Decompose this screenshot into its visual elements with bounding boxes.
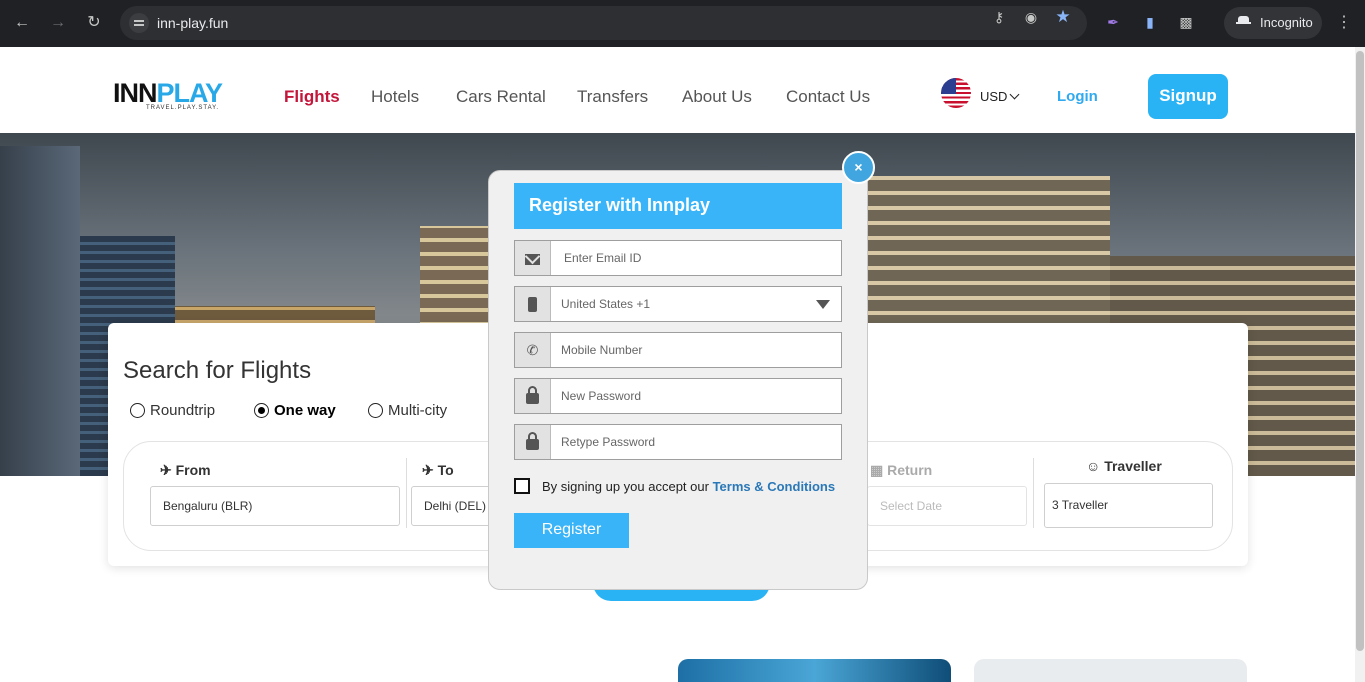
dropdown-arrow-icon — [816, 300, 830, 309]
logo-tagline: TRAVEL.PLAY.STAY. — [146, 105, 220, 111]
address-bar[interactable]: inn-play.fun — [120, 6, 1087, 40]
nav-cars-rental[interactable]: Cars Rental — [456, 87, 546, 107]
return-date-input[interactable]: Select Date — [867, 486, 1027, 526]
traveller-label: ☺ Traveller — [1086, 458, 1162, 474]
signup-button[interactable]: Signup — [1148, 74, 1228, 119]
incognito-label: Incognito — [1260, 15, 1313, 30]
close-icon: × — [854, 159, 863, 175]
lock-icon — [515, 425, 551, 459]
page-scrollbar[interactable] — [1355, 47, 1365, 682]
site-settings-icon[interactable] — [129, 13, 149, 33]
site-header: INNPLAY TRAVEL.PLAY.STAY. Flights Hotels… — [0, 47, 1355, 133]
login-link[interactable]: Login — [1057, 88, 1098, 105]
from-label: ✈ From — [160, 462, 211, 478]
eye-off-icon[interactable]: ◉ — [1022, 8, 1040, 26]
nav-hotels[interactable]: Hotels — [371, 87, 419, 107]
radio-multi-city[interactable]: Multi-city — [368, 402, 447, 419]
mobile-phone-icon — [515, 287, 551, 321]
search-title: Search for Flights — [123, 357, 312, 384]
reload-icon[interactable]: ↻ — [83, 12, 105, 34]
nav-about-us[interactable]: About Us — [682, 87, 752, 107]
bookmark-star-icon[interactable]: ★ — [1054, 8, 1072, 26]
url-text[interactable]: inn-play.fun — [157, 15, 228, 31]
incognito-indicator[interactable]: Incognito — [1224, 7, 1322, 39]
plane-takeoff-icon: ✈ — [160, 462, 176, 478]
nav-transfers[interactable]: Transfers — [577, 87, 648, 107]
lock-icon — [515, 379, 551, 413]
register-button[interactable]: Register — [514, 513, 629, 548]
terms-checkbox[interactable] — [514, 478, 530, 494]
envelope-icon — [515, 241, 551, 275]
docs-extension-icon[interactable]: ▮ — [1141, 13, 1159, 31]
key-icon[interactable]: ⚷ — [990, 8, 1008, 26]
extensions-puzzle-icon[interactable]: ▩ — [1177, 13, 1195, 31]
user-icon: ☺ — [1086, 458, 1105, 474]
browser-toolbar: ← → ↻ inn-play.fun ⚷ ◉ ★ ✒ ▮ ▩ Incognito… — [0, 0, 1365, 47]
calendar-icon: ▦ — [870, 462, 888, 478]
feather-extension-icon[interactable]: ✒ — [1104, 13, 1122, 31]
register-modal: Register with Innplay Enter Email ID Uni… — [488, 170, 868, 590]
promo-card-image[interactable] — [974, 659, 1247, 682]
incognito-icon — [1236, 16, 1251, 30]
modal-title: Register with Innplay — [514, 183, 842, 229]
web-page: INNPLAY TRAVEL.PLAY.STAY. Flights Hotels… — [0, 47, 1355, 682]
chevron-down-icon — [1010, 89, 1020, 100]
back-icon[interactable]: ← — [11, 12, 33, 34]
plane-landing-icon: ✈ — [422, 462, 438, 478]
retype-password-field[interactable]: Retype Password — [514, 424, 842, 460]
close-modal-button[interactable]: × — [842, 151, 875, 184]
country-code-select[interactable]: United States +1 — [514, 286, 842, 322]
terms-link[interactable]: Terms & Conditions — [713, 479, 836, 494]
to-label: ✈ To — [422, 462, 454, 478]
new-password-field[interactable]: New Password — [514, 378, 842, 414]
nav-contact-us[interactable]: Contact Us — [786, 87, 870, 107]
from-input[interactable]: Bengaluru (BLR) — [150, 486, 400, 526]
radio-one-way[interactable]: One way — [254, 402, 336, 419]
browser-menu-icon[interactable]: ⋮ — [1336, 12, 1352, 32]
us-flag-icon[interactable] — [941, 78, 971, 108]
nav-flights[interactable]: Flights — [284, 87, 340, 107]
mobile-number-field[interactable]: ✆ Mobile Number — [514, 332, 842, 368]
radio-roundtrip[interactable]: Roundtrip — [130, 402, 215, 419]
forward-icon[interactable]: → — [47, 12, 69, 34]
innplay-logo[interactable]: INNPLAY TRAVEL.PLAY.STAY. — [113, 80, 228, 114]
return-label: ▦ Return — [870, 462, 933, 478]
currency-selector[interactable]: USD — [980, 89, 1020, 104]
traveller-input[interactable]: 3 Traveller — [1044, 483, 1213, 528]
phone-icon: ✆ — [515, 333, 551, 367]
email-field[interactable]: Enter Email ID — [514, 240, 842, 276]
promo-card-image[interactable] — [678, 659, 951, 682]
